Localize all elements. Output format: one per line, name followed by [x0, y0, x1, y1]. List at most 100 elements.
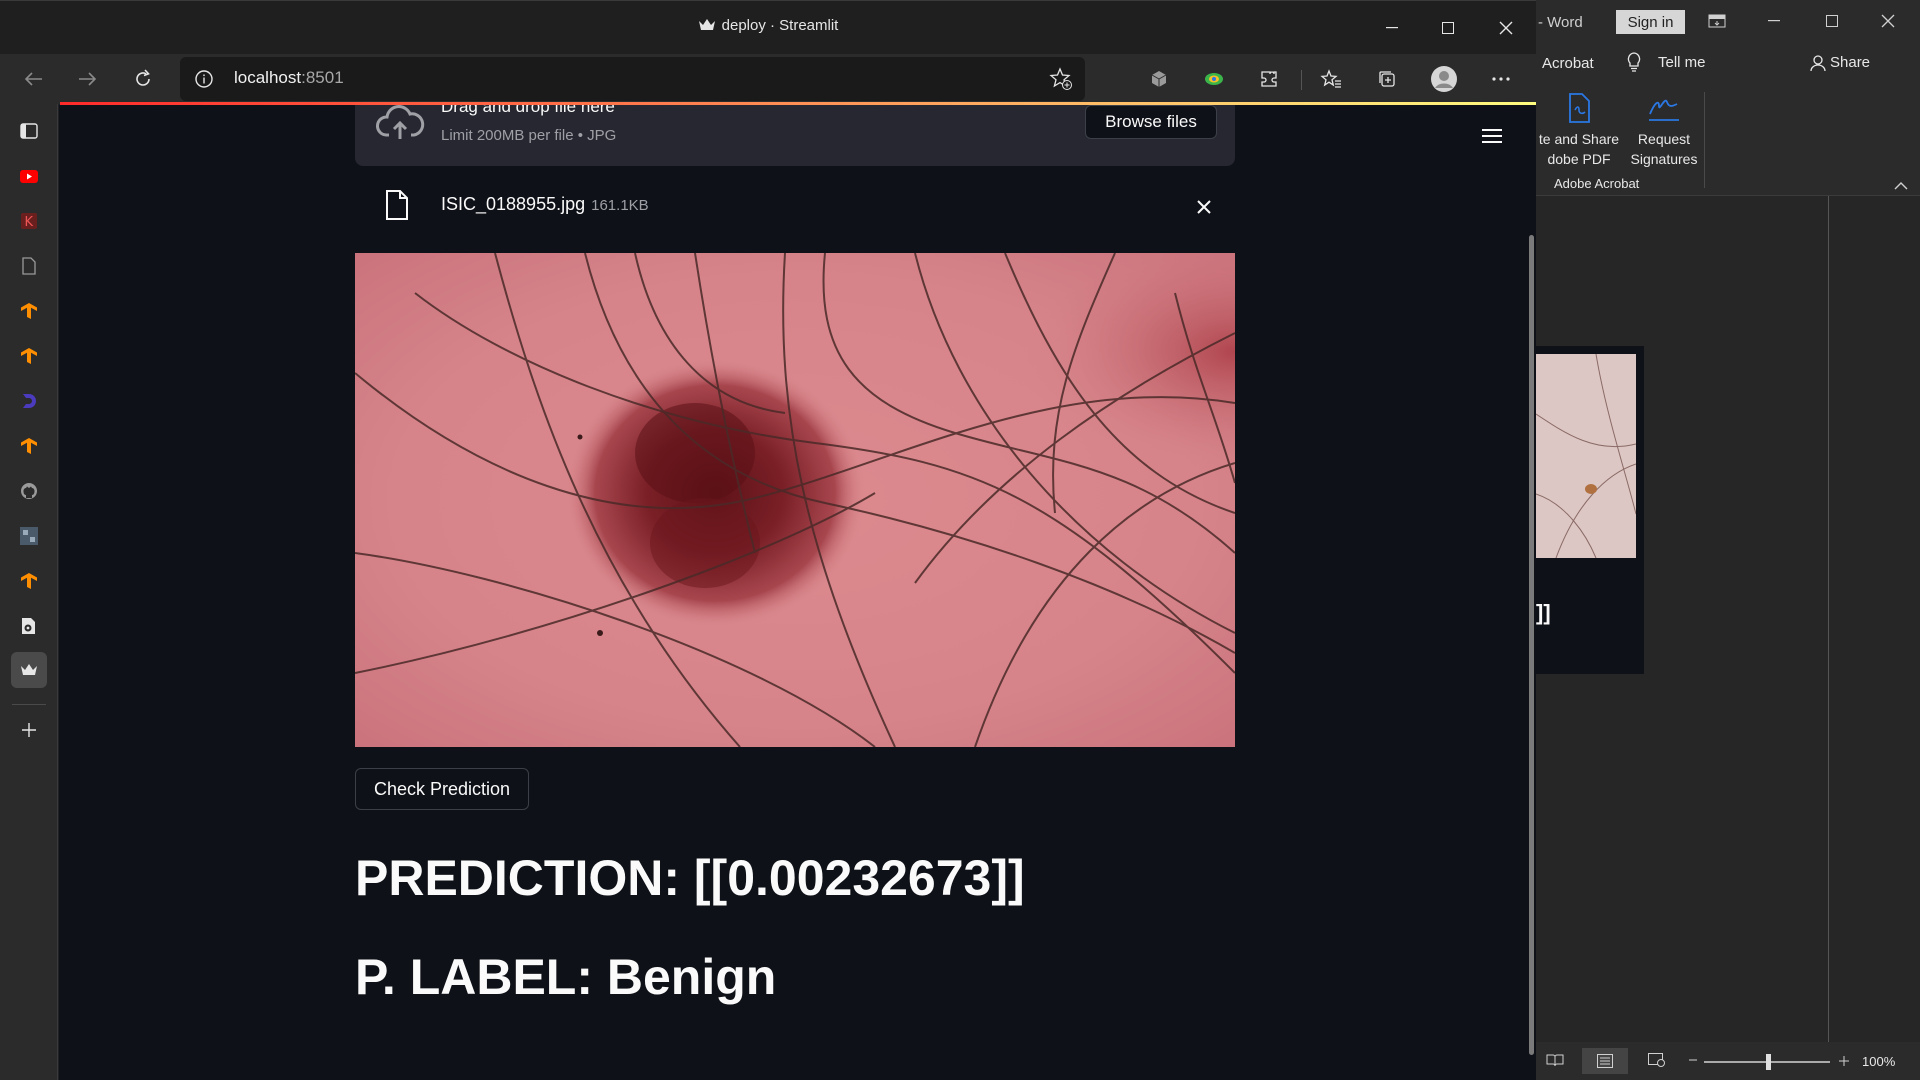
- back-button[interactable]: [14, 60, 52, 98]
- more-menu-icon[interactable]: [1486, 64, 1516, 94]
- embedded-text-fragment: ]]: [1536, 600, 1551, 625]
- create-pdf-label-1: te and Share: [1538, 131, 1620, 147]
- maximize-button[interactable]: [1425, 9, 1471, 47]
- remove-file-button[interactable]: [1189, 192, 1219, 222]
- add-tab-icon[interactable]: [14, 715, 44, 745]
- request-signatures-label-2: Signatures: [1630, 151, 1698, 167]
- web-layout-icon[interactable]: [1648, 1053, 1666, 1072]
- prediction-label-heading: P. LABEL: Benign: [355, 949, 777, 1005]
- zoom-slider-thumb[interactable]: [1766, 1054, 1771, 1070]
- profile-avatar-icon[interactable]: [1429, 64, 1459, 94]
- menu-tell-me[interactable]: Tell me: [1658, 54, 1706, 71]
- word-title-bar: - Word Sign in: [1536, 0, 1920, 42]
- window-title-text: deploy · Streamlit: [721, 17, 839, 34]
- forward-button[interactable]: [69, 60, 107, 98]
- url-port: :8501: [301, 68, 344, 87]
- browser-toolbar: localhost:8501: [0, 54, 1536, 104]
- title-bar: deploy · Streamlit: [0, 0, 1536, 54]
- word-maximize-button[interactable]: [1817, 10, 1847, 32]
- zoom-out-icon[interactable]: [1688, 1053, 1698, 1070]
- word-document-area: ]]: [1536, 196, 1920, 1042]
- menu-acrobat[interactable]: Acrobat: [1542, 55, 1594, 72]
- zoom-in-icon[interactable]: [1838, 1054, 1850, 1072]
- streamlit-page: Drag and drop file here Limit 200MB per …: [59, 105, 1536, 1080]
- extensions-icon[interactable]: [1254, 64, 1284, 94]
- svg-text:K: K: [25, 215, 34, 229]
- word-menu-bar: Acrobat Tell me Share: [1536, 42, 1920, 82]
- add-favorite-icon[interactable]: [1049, 67, 1073, 96]
- refresh-button[interactable]: [124, 60, 162, 98]
- url-text: localhost:8501: [234, 68, 344, 88]
- dev-logo-icon[interactable]: [14, 386, 44, 416]
- word-minimize-button[interactable]: [1759, 10, 1789, 32]
- signature-icon: [1647, 99, 1681, 127]
- ribbon-divider: [1704, 92, 1705, 188]
- word-status-bar: 100%: [1536, 1042, 1920, 1080]
- cloud-upload-icon: [375, 105, 425, 150]
- prediction-heading: PREDICTION: [[0.00232673]]: [355, 850, 1025, 906]
- embedded-screenshot: ]]: [1536, 346, 1644, 674]
- request-signatures-label-1: Request: [1637, 131, 1691, 147]
- create-pdf-label-2: dobe PDF: [1547, 151, 1611, 167]
- dropzone-limit: Limit 200MB per file • JPG: [441, 127, 617, 144]
- tensorflow-icon[interactable]: [14, 566, 44, 596]
- extension-cube-icon[interactable]: [1144, 64, 1174, 94]
- check-prediction-button[interactable]: Check Prediction: [355, 768, 529, 810]
- browser-sidebar: K: [0, 104, 58, 1080]
- collapse-ribbon-icon[interactable]: [1894, 178, 1908, 196]
- uploaded-file-row: ISIC_0188955.jpg 161.1KB: [355, 178, 1235, 234]
- sidebar-divider: [12, 704, 46, 705]
- app-tile-icon[interactable]: [14, 521, 44, 551]
- close-window-button[interactable]: [1483, 9, 1529, 47]
- uploaded-file-name: ISIC_0188955.jpg: [441, 194, 586, 214]
- word-ribbon: te and Share dobe PDF Request Signatures…: [1536, 82, 1920, 196]
- browse-files-button[interactable]: Browse files: [1085, 105, 1217, 139]
- minimize-button[interactable]: [1369, 9, 1415, 47]
- site-info-icon[interactable]: [194, 69, 214, 94]
- document-icon[interactable]: [14, 251, 44, 281]
- main-menu-icon[interactable]: [1482, 127, 1508, 149]
- word-app-name: - Word: [1538, 14, 1583, 31]
- toolbar-divider: [1301, 70, 1302, 90]
- menu-share[interactable]: Share: [1830, 54, 1870, 71]
- request-signatures-button[interactable]: Request Signatures: [1626, 92, 1702, 169]
- embedded-skin-image: [1536, 354, 1636, 558]
- desktop: deploy · Streamlit localhost:8501 K Drag…: [0, 0, 1920, 1080]
- create-share-pdf-button[interactable]: te and Share dobe PDF: [1534, 92, 1624, 169]
- youtube-icon[interactable]: [14, 161, 44, 191]
- uploaded-skin-image: [355, 253, 1235, 747]
- collections-icon[interactable]: [1372, 64, 1402, 94]
- extension-color-icon[interactable]: [1199, 64, 1229, 94]
- sidebar-toggle-icon[interactable]: [14, 116, 44, 146]
- word-close-button[interactable]: [1873, 10, 1903, 32]
- address-bar[interactable]: localhost:8501: [180, 57, 1085, 101]
- streamlit-tab-icon[interactable]: [11, 652, 47, 688]
- github-icon[interactable]: [14, 476, 44, 506]
- browser-window: deploy · Streamlit localhost:8501 K Drag…: [0, 0, 1536, 1080]
- pdf-document-icon: [1564, 93, 1594, 127]
- read-mode-icon[interactable]: [1546, 1053, 1564, 1072]
- tensorflow-icon[interactable]: [14, 341, 44, 371]
- uploaded-file-size: 161.1KB: [591, 197, 649, 214]
- share-person-icon[interactable]: [1810, 54, 1826, 77]
- ribbon-display-options-icon[interactable]: [1702, 10, 1732, 32]
- word-sign-in-button[interactable]: Sign in: [1616, 10, 1685, 34]
- ribbon-group-label: Adobe Acrobat: [1554, 176, 1640, 191]
- lightbulb-icon[interactable]: [1626, 52, 1642, 77]
- page-scrollbar[interactable]: [1529, 235, 1534, 1055]
- url-host: localhost: [234, 68, 302, 87]
- streamlit-crown-icon: [698, 18, 716, 32]
- uploaded-file-info: ISIC_0188955.jpg 161.1KB: [441, 194, 649, 215]
- favorites-icon[interactable]: [1316, 64, 1346, 94]
- kaggle-icon[interactable]: K: [14, 206, 44, 236]
- page-edge-line: [1828, 196, 1829, 1042]
- print-layout-icon[interactable]: [1582, 1048, 1628, 1074]
- word-window: - Word Sign in Acrobat Tell me Share te …: [1536, 0, 1920, 1080]
- file-icon: [385, 190, 409, 225]
- zoom-level[interactable]: 100%: [1862, 1054, 1895, 1069]
- tensorflow-icon[interactable]: [14, 431, 44, 461]
- document-settings-icon[interactable]: [14, 611, 44, 641]
- window-title: deploy · Streamlit: [0, 17, 1536, 34]
- tensorflow-icon[interactable]: [14, 296, 44, 326]
- file-dropzone[interactable]: Drag and drop file here Limit 200MB per …: [355, 105, 1235, 166]
